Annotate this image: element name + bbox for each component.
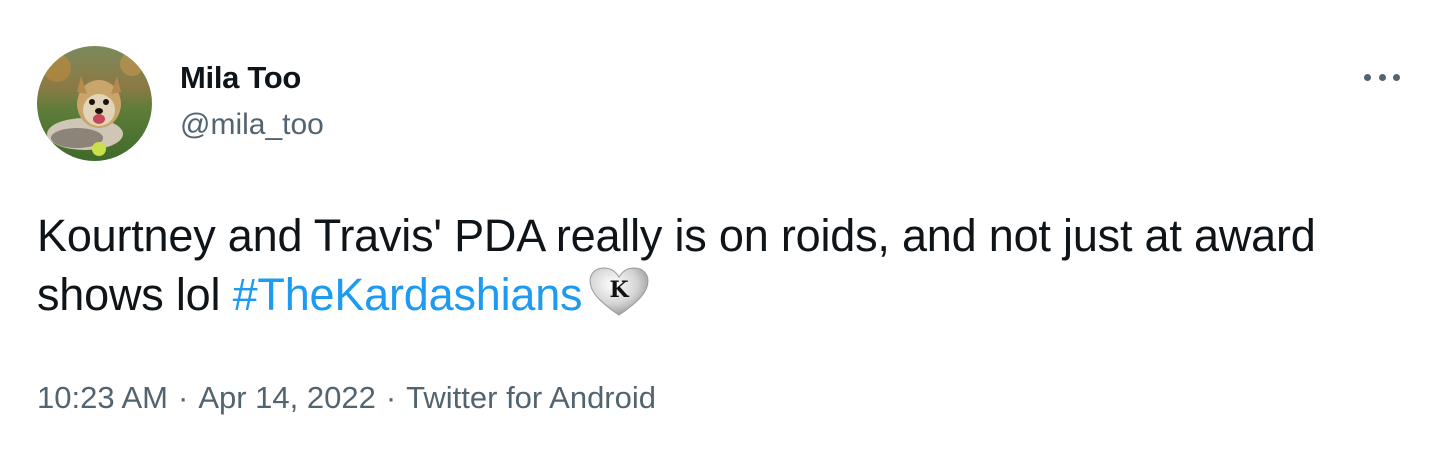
tweet-text-content: Kourtney and Travis' PDA really is on ro…	[37, 210, 1316, 320]
more-options-button[interactable]	[1358, 62, 1406, 92]
avatar[interactable]	[37, 46, 152, 161]
tweet-date[interactable]: Apr 14, 2022	[198, 380, 376, 415]
meta-separator: ·	[385, 380, 397, 415]
tweet-card: Mila Too @mila_too Kourtney and Travis' …	[0, 0, 1440, 459]
more-horizontal-icon	[1364, 73, 1371, 81]
tweet-text: Kourtney and Travis' PDA really is on ro…	[37, 206, 1417, 324]
user-handle[interactable]: @mila_too	[180, 108, 324, 142]
user-display-name[interactable]: Mila Too	[180, 60, 301, 96]
meta-separator: ·	[177, 380, 189, 415]
tweet-source: Twitter for Android	[406, 380, 657, 415]
tweet-time[interactable]: 10:23 AM	[37, 380, 168, 415]
hashtag-link[interactable]: #TheKardashians	[233, 269, 583, 320]
kardashians-heart-icon: K	[588, 266, 650, 318]
svg-text:K: K	[610, 277, 630, 303]
more-horizontal-icon-dot	[1378, 73, 1386, 81]
yorkshire-terrier-avatar-icon	[37, 46, 152, 161]
more-horizontal-icon-dot	[1393, 73, 1400, 81]
tweet-meta: 10:23 AM · Apr 14, 2022 · Twitter for Androi…	[37, 380, 656, 416]
